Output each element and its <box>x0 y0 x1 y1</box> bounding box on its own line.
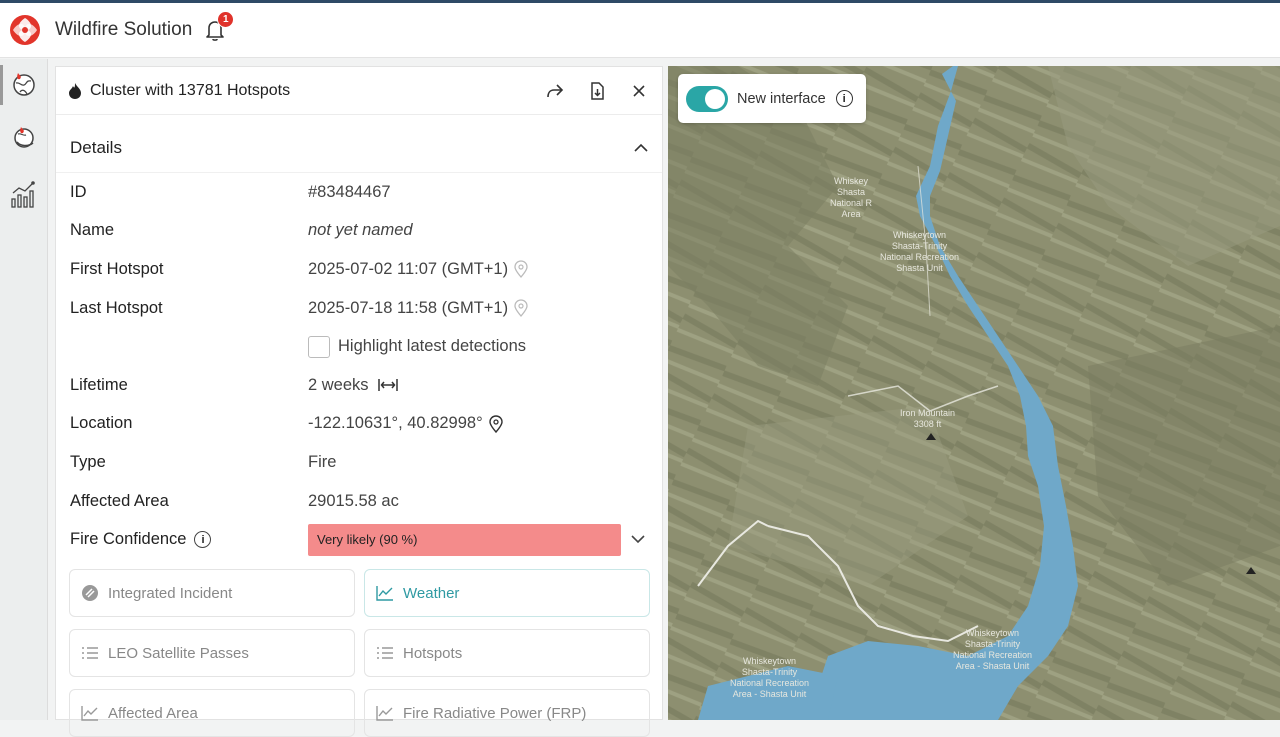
field-label: First Hotspot <box>70 259 164 278</box>
field-fire-confidence: Fire Confidence i Very likely (90 %) <box>70 520 648 559</box>
card-label: LEO Satellite Passes <box>108 644 249 662</box>
line-chart-icon <box>376 704 394 722</box>
card-integrated-incident[interactable]: Integrated Incident <box>69 569 355 617</box>
map-label-mountain: Iron Mountain 3308 ft <box>900 408 956 429</box>
chart-icon <box>11 181 35 208</box>
field-value-wrap: 2025-07-02 11:07 (GMT+1) <box>308 260 528 279</box>
globe-fire-icon <box>13 73 35 96</box>
app-title: Wildfire Solution <box>55 19 193 40</box>
rail-globe-button[interactable] <box>7 67 41 101</box>
notifications-button[interactable]: 1 <box>202 11 235 43</box>
info-icon[interactable]: i <box>835 90 853 107</box>
time-range-icon[interactable] <box>377 378 399 392</box>
new-interface-toggle-box: New interface i <box>678 74 866 123</box>
close-icon <box>633 84 645 97</box>
panel-header: Cluster with 13781 Hotspots <box>56 67 662 115</box>
field-value-wrap: 2 weeks <box>308 376 399 395</box>
card-leo-satellite-passes[interactable]: LEO Satellite Passes <box>69 629 355 677</box>
field-label: Last Hotspot <box>70 298 163 317</box>
field-affected-area: Affected Area 29015.58 ac <box>70 482 648 521</box>
chevron-down-icon[interactable] <box>631 535 645 544</box>
panel-title: Cluster with 13781 Hotspots <box>90 81 291 99</box>
rail-active-indicator <box>0 65 3 105</box>
location-pin-icon[interactable] <box>488 415 503 433</box>
field-label: Location <box>70 414 133 433</box>
field-label: Affected Area <box>70 491 169 510</box>
field-label: Type <box>70 452 106 471</box>
chevron-up-icon[interactable] <box>634 143 648 152</box>
field-label: ID <box>70 182 87 201</box>
field-value-wrap: -122.10631°, 40.82998° <box>308 414 503 433</box>
list-icon <box>81 644 99 662</box>
share-icon <box>547 83 564 97</box>
app-logo-icon[interactable] <box>8 13 42 47</box>
field-value: -122.10631°, 40.82998° <box>308 414 483 433</box>
fire-confidence-dropdown[interactable]: Very likely (90 %) <box>308 523 645 556</box>
location-pin-icon[interactable] <box>514 299 528 318</box>
highlight-label: Highlight latest detections <box>338 337 527 356</box>
field-name: Name not yet named <box>70 212 648 251</box>
card-label: Integrated Incident <box>108 584 233 602</box>
fire-confidence-badge: Very likely (90 %) <box>308 523 621 556</box>
field-value: Fire <box>308 452 337 471</box>
cluster-details-panel: Cluster with 13781 Hotspots Details ID #… <box>55 66 663 737</box>
flame-icon <box>69 82 81 99</box>
hotspot-hand-icon <box>14 127 34 148</box>
card-hotspots[interactable]: Hotspots <box>364 629 650 677</box>
rail-hotspots-button[interactable] <box>7 121 41 155</box>
card-label: Affected Area <box>108 704 198 722</box>
field-label: Lifetime <box>70 375 128 394</box>
card-weather[interactable]: Weather <box>364 569 650 617</box>
line-chart-icon <box>81 704 99 722</box>
field-location: Location -122.10631°, 40.82998° <box>70 405 648 444</box>
close-button[interactable] <box>628 80 650 102</box>
card-affected-area[interactable]: Affected Area <box>69 689 355 737</box>
share-button[interactable] <box>544 80 566 102</box>
line-chart-icon <box>376 584 394 602</box>
field-value-wrap: 2025-07-18 11:58 (GMT+1) <box>308 299 528 318</box>
info-icon[interactable]: i <box>194 531 212 549</box>
new-interface-label: New interface <box>737 90 826 107</box>
field-last-hotspot: Last Hotspot 2025-07-18 11:58 (GMT+1) <box>70 289 648 328</box>
new-interface-switch[interactable] <box>686 85 728 112</box>
export-button[interactable] <box>586 80 608 102</box>
field-value: #83484467 <box>308 182 391 201</box>
card-label: Hotspots <box>403 644 463 662</box>
rail-statistics-button[interactable] <box>7 177 41 211</box>
field-value: 2025-07-18 11:58 (GMT+1) <box>308 298 509 317</box>
highlight-latest-row: Highlight latest detections <box>70 327 648 366</box>
card-label: Fire Radiative Power (FRP) <box>403 704 587 722</box>
side-rail <box>0 59 48 720</box>
list-icon <box>376 644 394 662</box>
terrain-map[interactable] <box>668 66 1280 720</box>
field-value: 2025-07-02 11:07 (GMT+1) <box>308 259 509 278</box>
field-label: Name <box>70 221 115 240</box>
top-bar: Wildfire Solution 1 <box>0 3 1280 58</box>
field-lifetime: Lifetime 2 weeks <box>70 366 648 405</box>
field-label: Fire Confidence <box>70 530 187 549</box>
map-label-whiskeytown-center: Whiskeytown Shasta-Trinity National Recr… <box>880 230 960 273</box>
document-download-icon <box>591 81 604 100</box>
location-pin-icon[interactable] <box>514 260 528 279</box>
card-frp[interactable]: Fire Radiative Power (FRP) <box>364 689 650 737</box>
field-id: ID #83484467 <box>70 173 648 212</box>
field-first-hotspot: First Hotspot 2025-07-02 11:07 (GMT+1) <box>70 250 648 289</box>
highlight-latest-toggle[interactable]: Highlight latest detections <box>308 335 527 358</box>
map-view[interactable]: Whiskey Shasta National R Area Whiskeyto… <box>668 66 1280 720</box>
field-value: 2 weeks <box>308 375 369 394</box>
map-label-whiskeytown-southwest: Whiskeytown Shasta-Trinity National Recr… <box>730 656 810 699</box>
notification-badge: 1 <box>217 11 235 28</box>
field-value: 29015.58 ac <box>308 491 399 510</box>
details-section-title: Details <box>70 137 122 157</box>
fire-confidence-label-wrap: Fire Confidence i <box>70 530 308 549</box>
details-section-header[interactable]: Details <box>56 123 662 173</box>
link-icon <box>81 584 99 602</box>
card-label: Weather <box>403 584 460 602</box>
field-type: Type Fire <box>70 443 648 482</box>
map-label-whiskeytown-south: Whiskeytown Shasta-Trinity National Recr… <box>953 628 1033 671</box>
map-label-whiskeytown-north: Whiskey Shasta National R Area <box>830 176 873 219</box>
field-value: not yet named <box>308 221 413 240</box>
details-fields: ID #83484467 Name not yet named First Ho… <box>56 173 662 559</box>
highlight-checkbox[interactable] <box>308 335 330 358</box>
